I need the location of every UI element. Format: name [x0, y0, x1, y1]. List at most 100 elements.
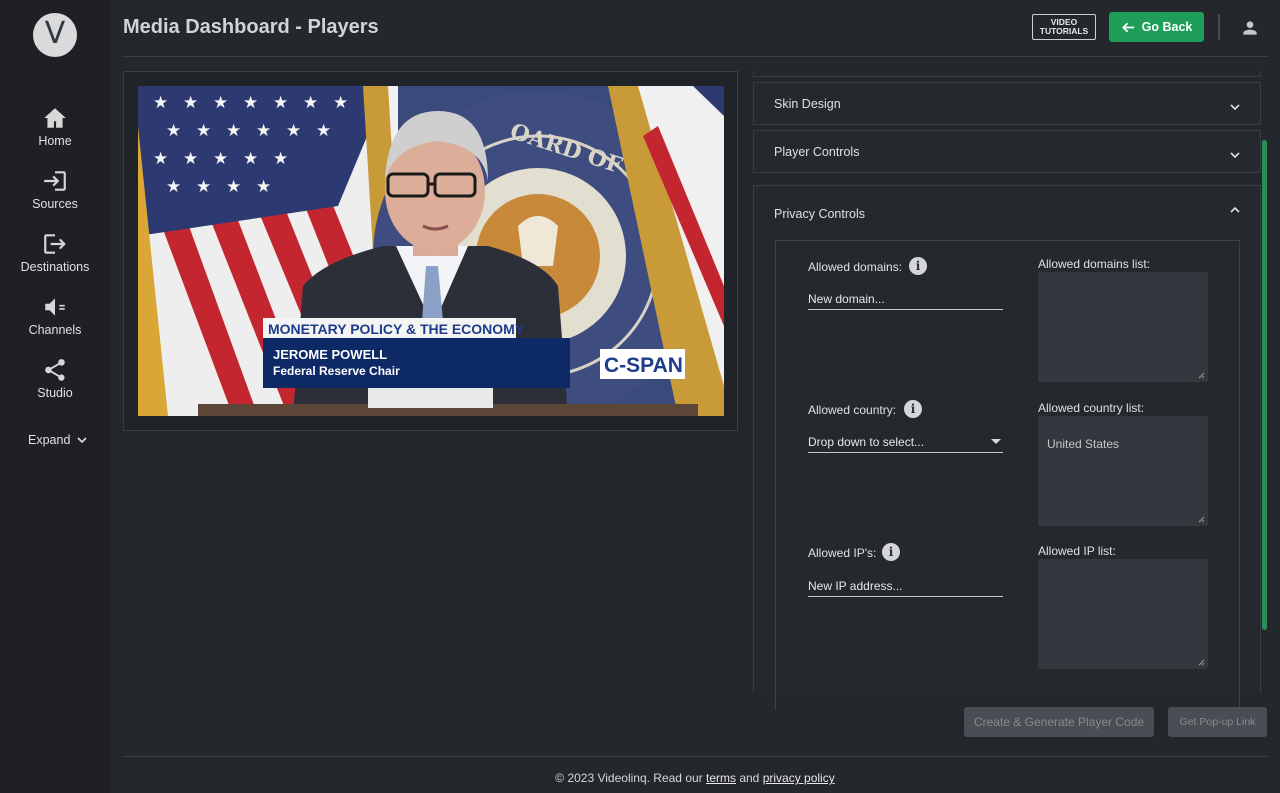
- allowed-domains-list-label: Allowed domains list:: [1038, 257, 1151, 271]
- info-icon[interactable]: i: [882, 543, 900, 561]
- resize-grip-icon[interactable]: [1197, 658, 1205, 666]
- svg-text:★: ★: [256, 177, 271, 197]
- footer-and: and: [736, 771, 763, 785]
- video-player[interactable]: ★★★★★★★ ★★★★★★ ★★★★★ ★★★★ OARD OF GOVERN…: [138, 86, 724, 416]
- lower-third-name: JEROME POWELL: [273, 347, 387, 362]
- chevron-up-icon[interactable]: [1228, 203, 1242, 217]
- accordion-player-controls[interactable]: Player Controls: [753, 130, 1261, 173]
- allowed-domains-list[interactable]: [1038, 272, 1208, 382]
- chevron-down-icon: [77, 437, 87, 444]
- svg-text:★: ★: [153, 149, 168, 169]
- sign-out-icon: [44, 234, 66, 254]
- info-icon[interactable]: i: [904, 400, 922, 418]
- expand-label: Expand: [28, 433, 71, 447]
- svg-text:★: ★: [183, 149, 198, 169]
- footer: © 2023 Videolinq. Read our terms and pri…: [0, 771, 1280, 785]
- resize-grip-icon[interactable]: [1197, 371, 1205, 379]
- sidebar-expand-toggle[interactable]: Expand: [28, 433, 88, 447]
- privacy-policy-link[interactable]: privacy policy: [763, 771, 835, 785]
- header-divider: [1218, 14, 1220, 40]
- video-tutorials-button[interactable]: VIDEO TUTORIALS: [1032, 14, 1096, 40]
- allowed-ip-list-label: Allowed IP list:: [1038, 544, 1116, 558]
- accordion-title: Player Controls: [774, 145, 860, 159]
- accordion-privacy-controls: Privacy Controls Allowed domains: i New …: [753, 185, 1261, 710]
- allowed-ip-list[interactable]: [1038, 559, 1208, 669]
- scrollbar-thumb[interactable]: [1262, 140, 1267, 630]
- accordion-skin-design[interactable]: Skin Design: [753, 82, 1261, 125]
- allowed-country-select-value: Drop down to select...: [808, 435, 925, 449]
- sign-in-icon: [44, 171, 66, 191]
- svg-text:★: ★: [273, 93, 288, 113]
- svg-text:★: ★: [226, 177, 241, 197]
- player-preview-panel: ★★★★★★★ ★★★★★★ ★★★★★ ★★★★ OARD OF GOVERN…: [123, 71, 738, 431]
- create-generate-player-code-button[interactable]: Create & Generate Player Code: [964, 707, 1154, 737]
- user-icon[interactable]: [1240, 18, 1260, 38]
- header-divider-line: [122, 56, 1268, 57]
- sidebar-item-label: Destinations: [20, 260, 90, 274]
- allowed-country-list-value: United States: [1047, 437, 1120, 451]
- get-popup-link-button[interactable]: Get Pop-up Link: [1168, 707, 1267, 737]
- footer-prefix: © 2023 Videolinq. Read our: [555, 771, 706, 785]
- sidebar-item-sources[interactable]: Sources: [0, 168, 110, 211]
- sidebar-item-label: Studio: [37, 386, 73, 400]
- go-back-button[interactable]: Go Back: [1109, 12, 1204, 42]
- terms-link[interactable]: terms: [706, 771, 736, 785]
- svg-text:★: ★: [196, 121, 211, 141]
- arrow-left-icon: [1121, 22, 1134, 32]
- lower-third-title: Federal Reserve Chair: [273, 364, 400, 378]
- allowed-ip-input[interactable]: New IP address...: [808, 577, 1003, 597]
- svg-text:★: ★: [333, 93, 348, 113]
- svg-text:★: ★: [153, 93, 168, 113]
- info-icon[interactable]: i: [909, 257, 927, 275]
- allowed-ips-label: Allowed IP's:: [808, 546, 877, 560]
- footer-divider: [122, 756, 1268, 757]
- sidebar: V Home Sources Destinations Channels Stu…: [0, 0, 110, 793]
- svg-text:★: ★: [226, 121, 241, 141]
- svg-text:★: ★: [213, 149, 228, 169]
- page-title: Media Dashboard - Players: [123, 16, 379, 38]
- svg-text:★: ★: [286, 121, 301, 141]
- svg-text:★: ★: [256, 121, 271, 141]
- allowed-country-list[interactable]: United States: [1038, 416, 1208, 526]
- accordion-title[interactable]: Privacy Controls: [774, 207, 865, 221]
- allowed-country-label: Allowed country:: [808, 403, 897, 417]
- svg-text:★: ★: [273, 149, 288, 169]
- privacy-controls-form: Allowed domains: i New domain... Allowed…: [775, 240, 1240, 710]
- svg-text:★: ★: [166, 121, 181, 141]
- sidebar-item-destinations[interactable]: Destinations: [0, 231, 110, 274]
- caret-down-icon: [991, 439, 1001, 444]
- svg-text:★: ★: [303, 93, 318, 113]
- share-icon: [45, 359, 65, 381]
- allowed-country-select[interactable]: Drop down to select...: [808, 433, 1003, 453]
- svg-text:★: ★: [196, 177, 211, 197]
- sidebar-item-home[interactable]: Home: [0, 105, 110, 148]
- lower-third-topic: MONETARY POLICY & THE ECONOMY: [268, 321, 525, 337]
- sidebar-item-studio[interactable]: Studio: [0, 357, 110, 400]
- video-tutorials-line2: TUTORIALS: [1039, 26, 1089, 36]
- chevron-down-icon: [1230, 152, 1240, 159]
- videolinq-logo[interactable]: V: [33, 13, 77, 57]
- cspan-logo: C-SPAN: [604, 354, 683, 377]
- allowed-domain-input[interactable]: New domain...: [808, 290, 1003, 310]
- accordion-top-edge: [753, 71, 1261, 77]
- go-back-label: Go Back: [1141, 20, 1193, 34]
- chevron-down-icon: [1230, 104, 1240, 111]
- allowed-domains-label: Allowed domains:: [808, 260, 903, 274]
- resize-grip-icon[interactable]: [1197, 515, 1205, 523]
- allowed-country-list-label: Allowed country list:: [1038, 401, 1145, 415]
- accordion-title: Skin Design: [774, 97, 841, 111]
- svg-text:★: ★: [316, 121, 331, 141]
- home-icon: [44, 108, 66, 128]
- svg-text:★: ★: [243, 93, 258, 113]
- svg-text:★: ★: [183, 93, 198, 113]
- svg-text:★: ★: [166, 177, 181, 197]
- sidebar-item-channels[interactable]: Channels: [0, 294, 110, 337]
- sidebar-item-label: Channels: [28, 323, 82, 337]
- svg-text:★: ★: [213, 93, 228, 113]
- video-frame: ★★★★★★★ ★★★★★★ ★★★★★ ★★★★ OARD OF GOVERN…: [138, 86, 724, 416]
- svg-text:★: ★: [243, 149, 258, 169]
- sidebar-item-label: Home: [38, 134, 72, 148]
- speaker-icon: [45, 298, 65, 316]
- logo-letter: V: [44, 16, 66, 51]
- sidebar-item-label: Sources: [32, 197, 78, 211]
